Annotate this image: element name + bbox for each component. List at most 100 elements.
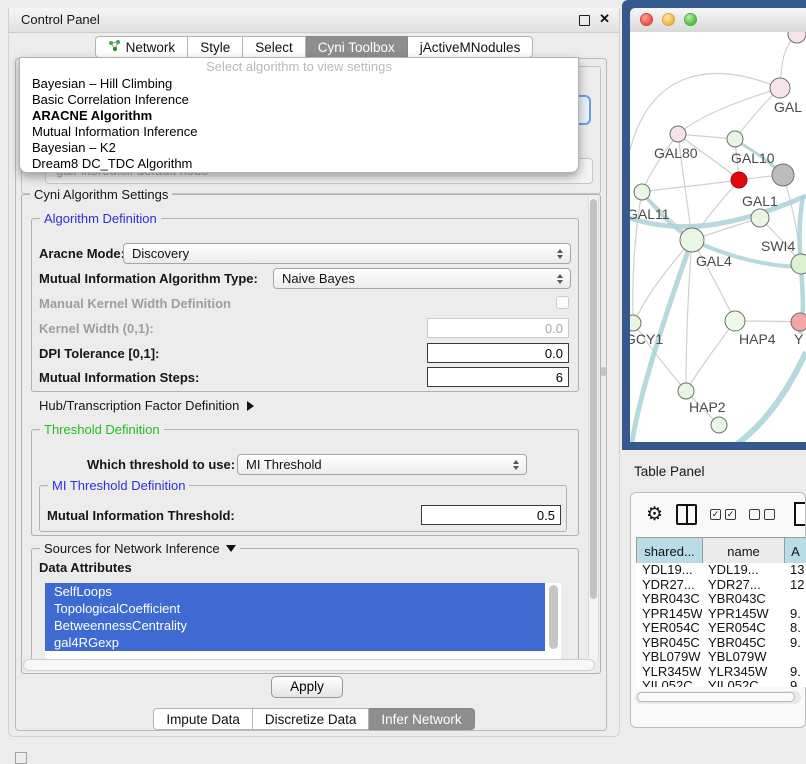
table-row[interactable]: YBL079WYBL079W	[636, 650, 806, 665]
table-horizontal-scrollbar[interactable]	[635, 691, 801, 704]
tab-jactivemnodules[interactable]: jActiveMNodules	[408, 36, 534, 58]
select-all-icon[interactable]: ✓✓	[710, 509, 736, 520]
tab-impute-data[interactable]: Impute Data	[153, 708, 253, 730]
table-row[interactable]: YIL052CYIL052C9.	[636, 679, 806, 687]
cell: YPR145W	[702, 607, 784, 622]
close-icon[interactable]: ✕	[599, 11, 610, 27]
expand-right-icon	[247, 401, 254, 411]
split-columns-icon[interactable]	[676, 504, 697, 525]
cell: YER054C	[702, 621, 784, 636]
cell: 13	[784, 563, 806, 578]
zoom-traffic-light[interactable]	[684, 13, 697, 26]
column-header-shared-name[interactable]: shared...	[636, 538, 702, 564]
mi-type-label: Mutual Information Algorithm Type:	[39, 271, 258, 286]
node-gal10[interactable]	[727, 131, 743, 147]
sources-toggle[interactable]: Sources for Network Inference	[40, 541, 240, 556]
list-item[interactable]: gal4RGexp	[45, 634, 545, 651]
cell: YBR045C	[702, 636, 784, 651]
node-gal1-red[interactable]	[731, 172, 747, 188]
tab-style[interactable]: Style	[188, 36, 243, 58]
popup-item[interactable]: Basic Correlation Inference	[20, 92, 578, 108]
list-scrollbar-thumb[interactable]	[549, 585, 558, 649]
column-header-clipped[interactable]: A	[784, 538, 806, 564]
gear-icon[interactable]: ⚙	[646, 505, 663, 524]
group-title: Algorithm Definition	[40, 211, 161, 226]
scrollbar-thumb[interactable]	[590, 199, 597, 599]
node-hap2[interactable]	[678, 383, 694, 399]
dpi-tolerance-field[interactable]	[427, 343, 569, 363]
node-green-edge[interactable]	[791, 254, 806, 274]
mi-steps-field[interactable]	[427, 367, 569, 387]
list-item[interactable]: TopologicalCoefficient	[45, 600, 545, 617]
tab-cyni-toolbox[interactable]: Cyni Toolbox	[306, 36, 408, 58]
kernel-width-field[interactable]	[427, 318, 569, 338]
popup-item-selected[interactable]: ARACNE Algorithm	[20, 108, 578, 124]
popup-item[interactable]: Bayesian – K2	[20, 140, 578, 156]
node-swi4[interactable]	[751, 209, 769, 227]
deselect-all-icon[interactable]	[749, 509, 775, 520]
mi-threshold-field[interactable]	[421, 505, 561, 525]
node-gal-pink[interactable]	[770, 78, 790, 98]
combo-value: Discovery	[124, 246, 552, 261]
settings-horizontal-scrollbar[interactable]	[23, 659, 595, 671]
tab-select[interactable]: Select	[243, 36, 306, 58]
cell: YIL052C	[702, 679, 784, 687]
float-window-icon[interactable]	[579, 15, 590, 26]
cell: 12	[784, 578, 806, 593]
mi-steps-label: Mutual Information Steps:	[39, 370, 199, 385]
group-title: Cyni Algorithm Settings	[30, 187, 172, 202]
data-attributes-list: SelfLoops TopologicalCoefficient Between…	[45, 583, 561, 660]
list-item[interactable]: SelfLoops	[45, 583, 545, 600]
minimized-panel-icon[interactable]	[15, 752, 27, 764]
export-table-icon[interactable]	[794, 502, 805, 526]
combo-value: MI Threshold	[238, 457, 508, 472]
node-gal4[interactable]	[680, 228, 704, 252]
table-row[interactable]: YPR145WYPR145W9.	[636, 607, 806, 622]
tab-discretize-data[interactable]: Discretize Data	[253, 708, 370, 730]
mi-type-combo[interactable]: Naive Bayes	[273, 268, 571, 289]
manual-kernel-checkbox[interactable]	[556, 296, 569, 309]
tab-infer-network[interactable]: Infer Network	[369, 708, 474, 730]
node-label: GAL	[774, 99, 802, 115]
network-canvas[interactable]: GAL GAL80 GAL10 GAL1 GAL11 SWI4 GAL4 GCY…	[630, 32, 806, 442]
node-label: GAL1	[742, 193, 778, 209]
tab-network[interactable]: Network	[95, 36, 189, 58]
popup-item[interactable]: Dream8 DC_TDC Algorithm	[20, 156, 578, 172]
table-row[interactable]: YBR043CYBR043C	[636, 592, 806, 607]
panel-splitter-handle[interactable]	[601, 367, 606, 376]
combo-value: Naive Bayes	[274, 271, 552, 286]
list-item[interactable]: BetweennessCentrality	[45, 617, 545, 634]
table-row[interactable]: YLR345WYLR345W9.	[636, 665, 806, 680]
node-salmon[interactable]	[791, 313, 806, 331]
cell: 8.	[784, 621, 806, 636]
node-gal80[interactable]	[670, 126, 686, 142]
node-gal11[interactable]	[634, 184, 650, 200]
node-gcy1[interactable]	[630, 315, 641, 331]
table-toolbar: ⚙ ✓✓	[631, 499, 805, 529]
which-threshold-combo[interactable]: MI Threshold	[237, 454, 527, 475]
minimize-traffic-light[interactable]	[662, 13, 675, 26]
apply-button[interactable]: Apply	[271, 676, 343, 698]
node-bottom[interactable]	[711, 417, 727, 433]
node-label: GAL80	[654, 145, 698, 161]
hub-definition-toggle[interactable]: Hub/Transcription Factor Definition	[39, 398, 254, 413]
combo-arrows-icon	[508, 460, 523, 470]
mi-threshold-label: Mutual Information Threshold:	[47, 508, 235, 523]
table-row[interactable]: YDR27...YDR27...12	[636, 578, 806, 593]
column-header-name[interactable]: name	[702, 538, 784, 564]
tab-label: Cyni Toolbox	[318, 40, 395, 55]
cell: YDL19...	[636, 563, 702, 578]
cell: YDL19...	[702, 563, 784, 578]
table-row[interactable]: YDL19...YDL19...13	[636, 563, 806, 578]
settings-vertical-scrollbar[interactable]	[588, 197, 599, 661]
table-row[interactable]: YER054CYER054C8.	[636, 621, 806, 636]
popup-item[interactable]: Bayesian – Hill Climbing	[20, 76, 578, 92]
aracne-mode-combo[interactable]: Discovery	[123, 243, 571, 264]
close-traffic-light[interactable]	[640, 13, 653, 26]
node-label: HAP4	[739, 331, 776, 347]
table-row[interactable]: YBR045CYBR045C9.	[636, 636, 806, 651]
node-gray[interactable]	[772, 164, 794, 186]
node-hap4[interactable]	[725, 311, 745, 331]
popup-item[interactable]: Mutual Information Inference	[20, 124, 578, 140]
scrollbar-thumb[interactable]	[637, 692, 795, 702]
